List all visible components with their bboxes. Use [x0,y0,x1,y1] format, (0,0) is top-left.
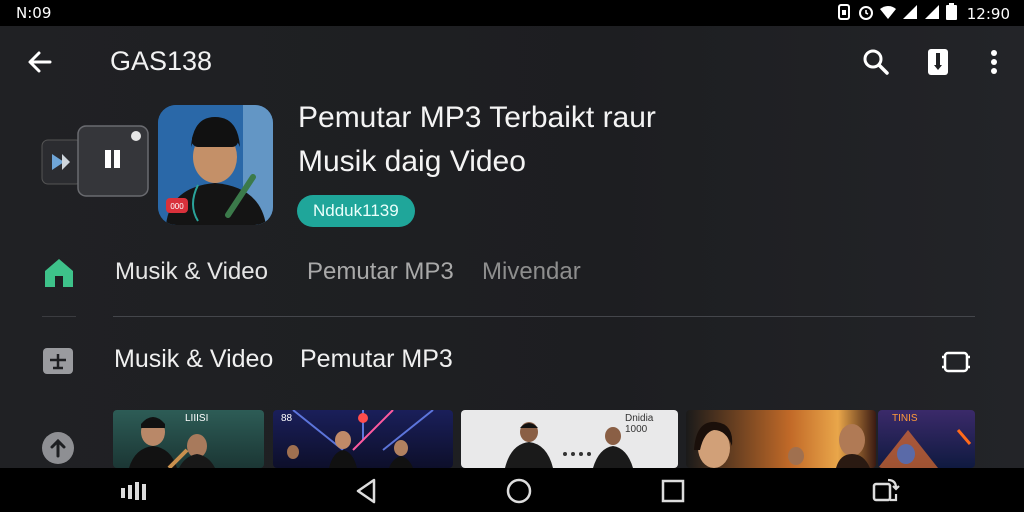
hero-title-line1: Pemutar MP3 Terbaikt raur [298,101,656,134]
thumbnail-card[interactable] [686,410,876,468]
thumbnail-card[interactable]: TINIS [878,410,975,468]
rotate-icon[interactable] [870,476,900,506]
tab-musik-video[interactable]: Musik & Video [115,258,268,286]
battery-icon [945,3,957,24]
avatar-badge: 000 [170,202,184,211]
channel-avatar[interactable]: 000 [158,105,273,225]
back-arrow-icon[interactable] [24,46,56,78]
cast-icon[interactable] [42,346,74,376]
signal-icon [924,4,940,24]
section-header: Musik & Video Pemutar MP3 [0,342,1024,382]
alarm-icon [858,4,874,24]
sim-icon [836,3,852,24]
more-vert-icon[interactable] [978,46,1010,78]
divider [42,316,76,317]
player-cards-illustration [40,124,160,224]
section-title-pemutar-mp3: Pemutar MP3 [300,345,453,373]
home-icon[interactable] [42,256,76,290]
signal-icon [902,4,918,24]
back-icon[interactable] [352,476,382,506]
hero-title: Pemutar MP3 Terbaikt raur Musik daig Vid… [298,96,758,184]
thumbnail-card[interactable]: Dnidia 1000 [461,410,678,468]
upload-icon[interactable] [40,430,76,466]
app-bar: GAS138 [0,26,1024,98]
thumbnail-card[interactable]: LIIISI [113,410,264,468]
main-content: GAS138 000 Pemutar MP3 Terbaikt raur Mus… [0,26,1024,468]
page-title: GAS138 [110,46,213,76]
recents-apps-icon[interactable] [119,476,149,506]
status-clock: 12:90 [966,4,1010,23]
status-time: N:09 [16,4,52,22]
status-bar: N:09 12:90 [0,0,1024,26]
tab-bar: Musik & Video Pemutar MP3 Mivendar [0,252,1024,296]
tab-pemutar-mp3[interactable]: Pemutar MP3 [307,258,454,286]
video-thumbnails: LIIISI 88 Dnidia 1000 TINIS [113,410,975,468]
tab-mivendar[interactable]: Mivendar [482,258,581,286]
overview-icon[interactable] [658,476,688,506]
wifi-icon [879,4,896,24]
search-icon[interactable] [860,46,892,78]
bookmark-icon[interactable] [922,46,954,78]
fullscreen-icon[interactable] [940,347,972,377]
divider [113,316,975,317]
status-icons: 12:90 [836,3,1010,24]
home-button-icon[interactable] [504,476,534,506]
thumbnail-card[interactable]: 88 [273,410,453,468]
system-nav-bar [0,468,1024,512]
hero-title-line2: Musik daig Video [298,145,526,178]
section-title-musik-video: Musik & Video [114,345,274,373]
channel-badge[interactable]: Ndduk1139 [297,195,415,227]
